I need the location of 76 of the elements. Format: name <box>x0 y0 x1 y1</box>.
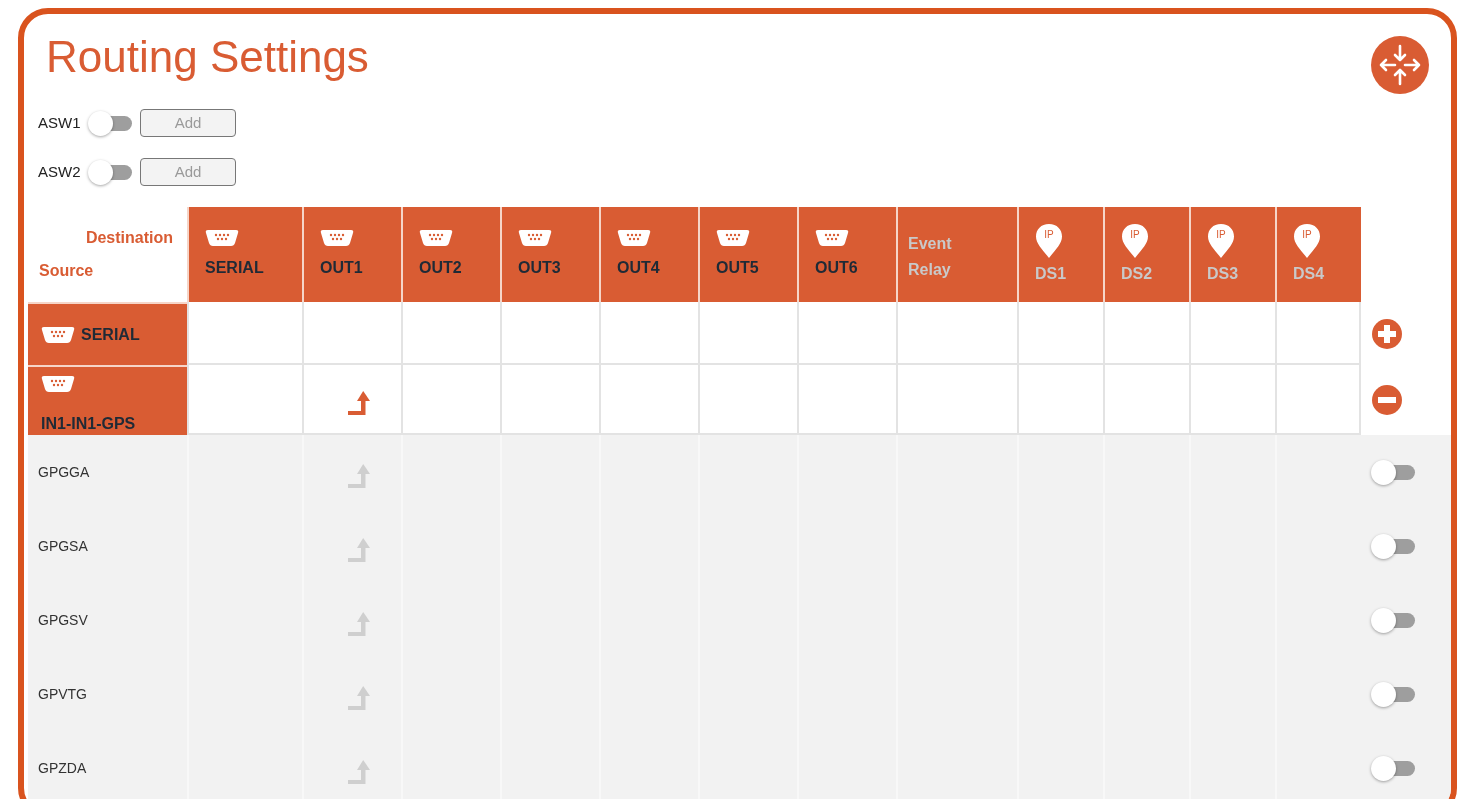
table-cell[interactable] <box>896 302 1017 365</box>
switch-label: ASW1 <box>38 114 82 131</box>
toggle-switch[interactable] <box>1371 458 1417 486</box>
message-name: GPGSV <box>38 612 88 628</box>
table-cell[interactable] <box>500 302 599 365</box>
serial-port-icon <box>41 325 75 344</box>
route-arrow-icon[interactable] <box>346 390 371 416</box>
toggle-switch[interactable] <box>1371 680 1417 708</box>
table-cell[interactable] <box>1017 365 1103 435</box>
column-label: DS3 <box>1207 265 1240 283</box>
toggle-switch[interactable] <box>88 108 134 137</box>
toggle-switch[interactable] <box>88 157 134 186</box>
column-label: OUT5 <box>716 259 760 277</box>
ip-label: IP <box>1215 229 1227 240</box>
message-name: GPGSA <box>38 538 88 554</box>
table-cell[interactable] <box>1275 302 1361 365</box>
table-cell[interactable] <box>187 365 302 435</box>
serial-port-icon <box>716 229 750 247</box>
table-cell[interactable] <box>599 302 698 365</box>
switch-label: ASW2 <box>38 163 82 180</box>
table-cell[interactable] <box>797 365 896 435</box>
source-name: SERIAL <box>81 325 140 344</box>
table-cell[interactable] <box>599 365 698 435</box>
serial-port-icon <box>815 229 849 247</box>
pin-icon <box>1293 223 1321 259</box>
serial-port-icon <box>617 229 651 247</box>
table-cell[interactable] <box>302 302 401 365</box>
toggle-switch[interactable] <box>1371 754 1417 782</box>
table-cell[interactable] <box>1275 365 1361 435</box>
column-label: DS2 <box>1121 265 1154 283</box>
message-name: GPGGA <box>38 464 90 480</box>
table-cell[interactable] <box>401 365 500 435</box>
serial-port-icon <box>518 229 552 247</box>
serial-port-icon <box>320 229 354 247</box>
destination-label: Destination <box>85 229 173 247</box>
table-cell[interactable] <box>187 302 302 365</box>
page-title: Routing Settings <box>46 32 369 82</box>
ip-label: IP <box>1301 229 1313 240</box>
serial-port-icon <box>41 375 75 393</box>
table-cell[interactable] <box>302 365 401 435</box>
column-label: DS1 <box>1035 265 1068 283</box>
toggle-switch[interactable] <box>1371 532 1417 560</box>
table-cell[interactable] <box>698 365 797 435</box>
arrows-circle-icon[interactable] <box>1371 36 1429 94</box>
column-label: OUT4 <box>617 259 661 277</box>
toggle-switch[interactable] <box>1371 606 1417 634</box>
column-label: OUT6 <box>815 259 859 277</box>
table-cell[interactable] <box>896 365 1017 435</box>
column-label: OUT2 <box>419 259 463 277</box>
source-name: IN1-IN1-GPS <box>41 415 136 433</box>
table-cell[interactable] <box>1103 302 1189 365</box>
column-label: SERIAL <box>205 259 265 277</box>
table-cell[interactable] <box>698 302 797 365</box>
table-cell[interactable] <box>401 302 500 365</box>
ip-label: IP <box>1043 229 1055 240</box>
table-cell[interactable] <box>1189 365 1275 435</box>
pin-icon <box>1121 223 1149 259</box>
message-name: GPVTG <box>38 686 87 702</box>
column-label: Event Relay <box>908 234 953 280</box>
ip-label: IP <box>1129 229 1141 240</box>
table-cell[interactable] <box>1103 365 1189 435</box>
column-label: OUT1 <box>320 259 364 277</box>
source-label: Source <box>39 262 94 280</box>
remove-icon[interactable] <box>1371 384 1403 416</box>
column-label: OUT3 <box>518 259 562 277</box>
column-label: DS4 <box>1293 265 1326 283</box>
table-cell[interactable] <box>1017 302 1103 365</box>
add-icon[interactable] <box>1371 317 1403 350</box>
table-cell[interactable] <box>500 365 599 435</box>
serial-port-icon <box>205 229 239 247</box>
table-cell[interactable] <box>797 302 896 365</box>
message-name: GPZDA <box>38 760 87 776</box>
pin-icon <box>1035 223 1063 259</box>
serial-port-icon <box>419 229 453 247</box>
pin-icon <box>1207 223 1235 259</box>
table-cell[interactable] <box>1189 302 1275 365</box>
